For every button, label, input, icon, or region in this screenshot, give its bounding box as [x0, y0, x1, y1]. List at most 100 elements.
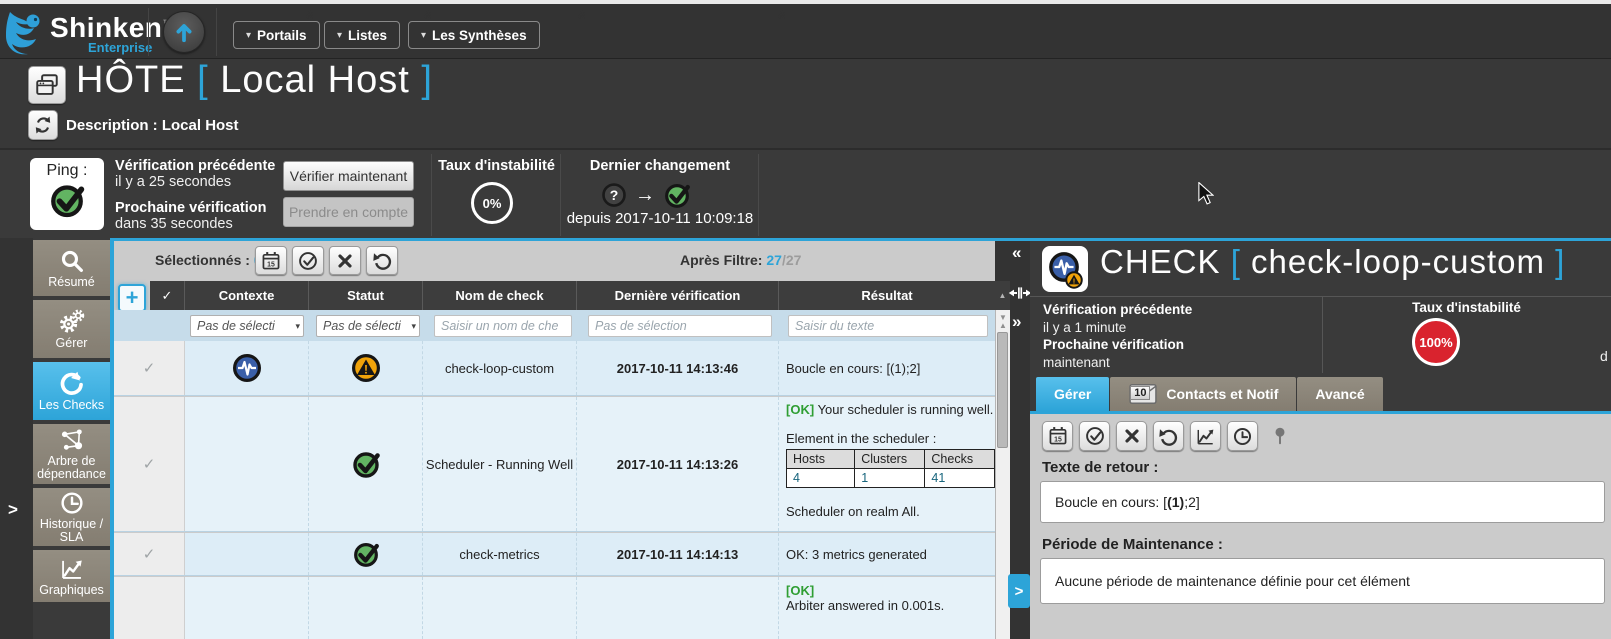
flapping-label: Taux d'instabilité: [433, 158, 560, 174]
collapse-panel-button[interactable]: «: [1012, 243, 1021, 263]
column-nom-de-check[interactable]: Nom de check: [423, 281, 577, 310]
scheduler-col-clusters: Clusters: [855, 450, 925, 469]
ok-status-icon: [351, 539, 381, 569]
and-operator: &: [778, 8, 787, 22]
row-select-cell[interactable]: ✓: [114, 533, 185, 575]
last-change-since: depuis 2017-10-11 10:09:18: [562, 210, 758, 227]
contexte-cell: [185, 397, 309, 531]
column-resultat[interactable]: Résultat: [779, 281, 995, 310]
schedule-downtime-button[interactable]: [255, 246, 287, 275]
resize-horizontal-icon[interactable]: [1008, 281, 1032, 305]
add-check-button[interactable]: +: [118, 284, 146, 312]
result-filter-input[interactable]: [788, 315, 988, 337]
pin-button[interactable]: [1264, 421, 1295, 451]
tab-gerer[interactable]: Gérer: [1036, 377, 1109, 411]
sidebar-item-historique-sla[interactable]: Historique / SLA: [33, 488, 110, 548]
check-name-cell: check-loop-custom: [423, 341, 577, 395]
pulse-context-icon: [231, 352, 263, 384]
check-name-cell: Scheduler - Running Well: [423, 397, 577, 531]
host-status-bar: Ping : Vérification précédente il y a 25…: [0, 148, 1611, 238]
check-row-check-loop-custom[interactable]: ✓ check-loop-custom 2017-10-11 14:13:46 …: [114, 341, 995, 396]
menu-portails[interactable]: ▾ Portails: [233, 21, 320, 49]
acknowledge-button[interactable]: [1079, 421, 1110, 451]
check-row-check-metrics[interactable]: ✓ check-metrics 2017-10-11 14:14:13 OK: …: [114, 533, 995, 576]
detail-check-timing: Vérification précédente il y a 1 minute …: [1043, 301, 1192, 371]
refresh-icon: [33, 115, 53, 135]
detail-title: CHECK [ check-loop-custom ]: [1100, 243, 1565, 281]
menu-listes[interactable]: ▾ Listes: [324, 21, 400, 49]
scroll-top-button[interactable]: [163, 11, 205, 53]
schedule-downtime-button[interactable]: [1042, 421, 1073, 451]
scheduler-table-title: Element in the scheduler :: [786, 431, 995, 446]
caret-down-icon: ▾: [295, 321, 300, 332]
scroll-up-arrow[interactable]: ▲: [997, 321, 1009, 330]
history-button[interactable]: [1227, 421, 1258, 451]
menu-les-syntheses[interactable]: ▾ Les Synthèses: [408, 21, 540, 49]
host-windows-button[interactable]: [28, 66, 66, 104]
caret-down-icon: ▾: [337, 30, 342, 41]
clock-icon: [1232, 426, 1253, 447]
result-detail: [OK] Your scheduler is running well. Ele…: [786, 402, 995, 519]
check-now-button[interactable]: Vérifier maintenant: [283, 161, 414, 191]
check-mark-icon: ✓: [143, 545, 156, 563]
sidebar-item-les-checks[interactable]: Les Checks: [33, 362, 110, 422]
sidebar-item-graphiques[interactable]: Graphiques: [33, 550, 110, 604]
panel-accent-border: [110, 238, 1611, 241]
recheck-button[interactable]: [1153, 421, 1184, 451]
check-mark-icon: ✓: [143, 455, 156, 473]
tab-avance[interactable]: Avancé: [1297, 377, 1382, 411]
page-title: HÔTE [ Local Host ]: [76, 59, 433, 102]
last-check-cell: [577, 577, 779, 639]
expand-left-panel-arrow[interactable]: >: [8, 500, 18, 520]
column-contexte[interactable]: Contexte: [185, 281, 309, 310]
check-row-scheduler-running-well[interactable]: ✓ Scheduler - Running Well 2017-10-11 14…: [114, 397, 995, 532]
check-row-partial[interactable]: [OK] Arbiter answered in 0.001s. Connect…: [114, 577, 995, 639]
undo-icon: [1158, 426, 1179, 447]
column-derniere-verification[interactable]: Dernière vérification: [577, 281, 779, 310]
expand-detail-button[interactable]: >: [1008, 574, 1030, 608]
acknowledge-checks-button[interactable]: [292, 246, 324, 275]
sidebar-item-resume[interactable]: Résumé: [33, 240, 110, 298]
expand-panel-button[interactable]: »: [1012, 312, 1021, 332]
and-operator: &: [578, 8, 587, 22]
next-check-label: Prochaine vérification: [115, 200, 275, 216]
statut-cell: [309, 533, 423, 575]
prev-check-label: Vérification précédente: [1043, 301, 1192, 319]
row-select-cell[interactable]: ✓: [114, 397, 185, 531]
brand-edition: Enterprise: [88, 40, 152, 55]
statut-filter-select[interactable]: Pas de sélecti ▾: [316, 315, 420, 337]
clock-icon: [59, 490, 85, 516]
ping-status-box: Ping :: [30, 158, 104, 230]
row-select-cell[interactable]: [114, 577, 185, 639]
graph-button[interactable]: [1190, 421, 1221, 451]
check-mark-icon: ✓: [143, 359, 156, 377]
column-statut[interactable]: Statut: [309, 281, 423, 310]
acknowledge-button[interactable]: Prendre en compte: [283, 197, 414, 227]
filter-total: /27: [782, 252, 801, 268]
topbar-separator: [148, 8, 149, 56]
checks-table-header: ✓ Contexte Statut Nom de check Dernière …: [150, 281, 1010, 310]
last-check-filter-input[interactable]: [588, 315, 772, 337]
contexte-filter-select[interactable]: Pas de sélecti ▾: [190, 315, 304, 337]
select-all-header[interactable]: ✓: [150, 281, 185, 310]
recheck-button[interactable]: [366, 246, 398, 275]
check-name-filter-input[interactable]: [434, 315, 572, 337]
check-name-cell: [423, 577, 577, 639]
fix-button[interactable]: [1116, 421, 1147, 451]
return-text-label: Texte de retour :: [1042, 459, 1158, 476]
sidebar-item-arbre-dependance[interactable]: Arbre de dépendance: [33, 424, 110, 486]
selected-label: Sélectionnés : 0: [155, 252, 262, 268]
flapping-value-badge: 0%: [471, 182, 513, 224]
tab-contacts-et-notif[interactable]: 10 Contacts et Notif: [1110, 377, 1296, 411]
scrollbar-thumb[interactable]: [997, 332, 1008, 448]
fix-checks-button[interactable]: [329, 246, 361, 275]
refresh-button[interactable]: [28, 110, 58, 140]
check-type-icon: [1042, 246, 1088, 292]
truncated-text: d: [1600, 348, 1608, 364]
undo-icon: [372, 250, 393, 271]
row-select-cell[interactable]: ✓: [114, 341, 185, 395]
detail-toolbar: [1042, 421, 1295, 451]
sidebar-item-gerer[interactable]: Gérer: [33, 300, 110, 360]
unknown-status-icon: [600, 181, 628, 209]
notification-count-badge: 10: [1130, 386, 1150, 400]
